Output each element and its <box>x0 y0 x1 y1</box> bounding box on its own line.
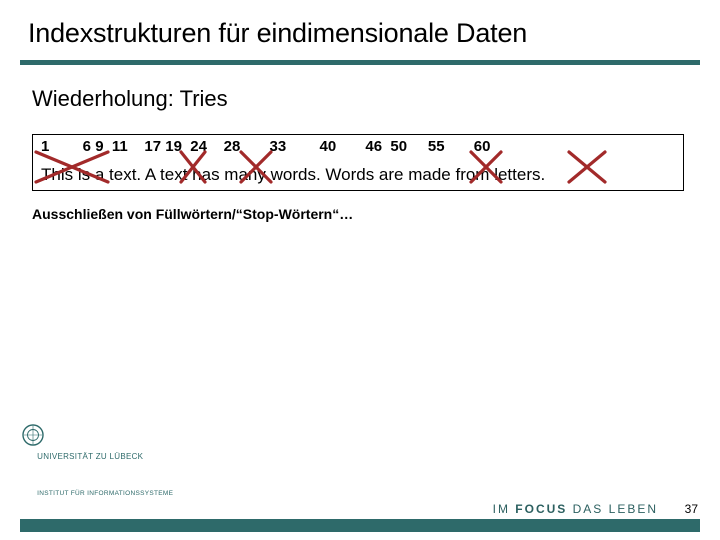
slide-subtitle: Wiederholung: Tries <box>32 86 228 112</box>
university-line2: INSTITUT FÜR INFORMATIONSSYSTEME <box>37 490 173 497</box>
tagline-bold: FOCUS <box>515 502 567 516</box>
title-rule <box>20 60 700 65</box>
example-box: 1 6 9 11 17 19 24 28 33 40 46 50 55 60 T… <box>32 134 684 191</box>
sentence-row: This is a text. A text has many words. W… <box>41 165 545 185</box>
logo-text: UNIVERSITÄT ZU LÜBECK INSTITUT FÜR INFOR… <box>22 452 173 515</box>
tagline: IM FOCUS DAS LEBEN <box>493 502 658 516</box>
slide-title: Indexstrukturen für eindimensionale Date… <box>28 18 527 49</box>
position-row: 1 6 9 11 17 19 24 28 33 40 46 50 55 60 <box>41 138 490 155</box>
caption: Ausschließen von Füllwörtern/“Stop-Wörte… <box>32 206 353 222</box>
university-line1: UNIVERSITÄT ZU LÜBECK <box>37 452 143 461</box>
slide: Indexstrukturen für eindimensionale Date… <box>0 0 720 540</box>
tagline-suffix: DAS LEBEN <box>567 502 658 516</box>
page-number: 37 <box>685 502 698 516</box>
tagline-prefix: IM <box>493 502 516 516</box>
university-logo: UNIVERSITÄT ZU LÜBECK INSTITUT FÜR INFOR… <box>22 424 173 518</box>
seal-icon <box>22 424 44 446</box>
footer-bar <box>20 519 700 532</box>
